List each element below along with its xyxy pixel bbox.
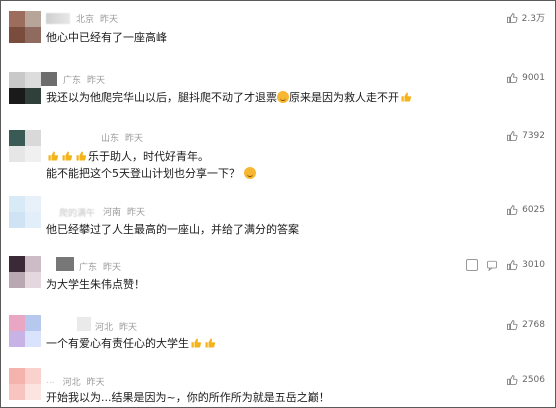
- comment-item: 广东 昨天 我还以为他爬完华山以后，腿抖爬不动了才退票 原来是因为救人走不开 90…: [1, 72, 555, 112]
- comment-text: 能不能把这个5天登山计划也分享一下？: [46, 165, 256, 182]
- like-count: 6025: [522, 205, 545, 215]
- thumbs-up-icon: [507, 375, 518, 385]
- comment-meta: ... 河北 昨天: [46, 374, 105, 388]
- avatar[interactable]: [9, 11, 41, 43]
- username[interactable]: [46, 12, 70, 24]
- avatar[interactable]: [9, 130, 41, 162]
- like-count: 2.3万: [521, 14, 545, 24]
- comment-meta: 山东 昨天: [101, 130, 143, 144]
- location-label: 山东: [101, 133, 120, 144]
- thumbs-up-icon: [507, 73, 518, 83]
- avatar-badge: [56, 257, 74, 271]
- thumbs-up-emoji-icon: [76, 151, 87, 161]
- comment-text-line: 能不能把这个5天登山计划也分享一下？: [46, 167, 240, 180]
- avatar-badge: [41, 72, 57, 86]
- comment-item: 爬的满午 河南 昨天 他已经攀过了人生最高的一座山，并给了满分的答案 6025: [1, 196, 555, 242]
- like-count: 9001: [522, 73, 545, 83]
- comment-meta: 广东 昨天: [79, 259, 121, 273]
- like-button[interactable]: 2768: [506, 319, 545, 331]
- comment-text: 开始我以为...结果是因为~，你的所作所为就是五岳之巅！: [46, 391, 330, 404]
- comment-text: 我还以为他爬完华山以后，腿抖爬不动了才退票 原来是因为救人走不开: [46, 89, 413, 106]
- avatar[interactable]: [9, 315, 41, 347]
- avatar[interactable]: [9, 72, 41, 104]
- comment-item: 山东 昨天 乐于助人，时代好青年。 能不能把这个5天登山计划也分享一下？ 739…: [1, 130, 555, 186]
- location-label: 河北: [62, 377, 81, 388]
- like-button[interactable]: 2506: [506, 374, 545, 386]
- time-label: 昨天: [103, 262, 122, 273]
- thumbs-up-icon[interactable]: [506, 259, 518, 271]
- thumbs-up-emoji-icon: [62, 151, 73, 161]
- thumbs-up-emoji-icon: [205, 338, 216, 348]
- like-button[interactable]: 6025: [506, 204, 545, 216]
- time-label: 昨天: [87, 75, 106, 86]
- comment-item: 河北 昨天 一个有爱心有责任心的大学生 2768: [1, 315, 555, 355]
- comment-meta: 河北 昨天: [95, 319, 137, 333]
- location-label: 河北: [95, 322, 114, 333]
- username[interactable]: ...: [46, 376, 55, 386]
- grin-emoji-icon: [244, 167, 256, 179]
- like-count: 2506: [522, 375, 545, 385]
- comment-text: 他心中已经有了一座高峰: [46, 31, 167, 44]
- comment-text-part: 我还以为他爬完华山以后，腿抖爬不动了才退票: [46, 91, 277, 104]
- thumbs-up-icon: [507, 205, 518, 215]
- comment-meta: 爬的满午 河南 昨天: [59, 204, 146, 219]
- location-label: 北京: [76, 14, 95, 25]
- avatar[interactable]: [9, 196, 41, 228]
- thumbs-up-emoji-icon: [191, 338, 202, 348]
- location-label: 广东: [63, 75, 82, 86]
- username[interactable]: 爬的满午: [59, 206, 95, 219]
- location-label: 广东: [79, 262, 98, 273]
- time-label: 昨天: [119, 322, 138, 333]
- like-count: 2768: [522, 320, 545, 330]
- time-label: 昨天: [127, 207, 146, 218]
- avatar[interactable]: [9, 256, 41, 288]
- comment-text-line: 一个有爱心有责任心的大学生: [46, 337, 189, 350]
- like-button[interactable]: 7392: [506, 130, 545, 142]
- thumbs-up-emoji-icon: [401, 92, 412, 102]
- comment-meta: 广东 昨天: [63, 72, 105, 86]
- comment-item: 广东 昨天 为大学生朱伟点赞！ 3010: [1, 256, 555, 295]
- comment-list: 北京 昨天 他心中已经有了一座高峰 2.3万 广东 昨天 我还以为他爬完华山以后…: [0, 0, 556, 408]
- thumbs-up-icon: [507, 320, 518, 330]
- time-label: 昨天: [86, 377, 105, 388]
- comment-item: 北京 昨天 他心中已经有了一座高峰 2.3万: [1, 11, 555, 55]
- like-count: 3010: [522, 260, 545, 270]
- comment-text: 乐于助人，时代好青年。: [46, 148, 209, 165]
- avatar-badge: [77, 317, 91, 331]
- time-label: 昨天: [100, 14, 119, 25]
- avatar[interactable]: [9, 368, 41, 400]
- thumbs-up-icon: [507, 131, 518, 141]
- comment-text: 他已经攀过了人生最高的一座山，并给了满分的答案: [46, 223, 299, 236]
- time-label: 昨天: [125, 133, 144, 144]
- like-button[interactable]: 2.3万: [506, 11, 545, 24]
- thumbs-up-emoji-icon: [48, 151, 59, 161]
- location-label: 河南: [103, 207, 122, 218]
- comment-text-line: 乐于助人，时代好青年。: [88, 150, 209, 163]
- comment-actions: 3010: [466, 259, 545, 271]
- like-button[interactable]: 9001: [506, 72, 545, 84]
- comment-item: ... 河北 昨天 开始我以为...结果是因为~，你的所作所为就是五岳之巅！ 2…: [1, 368, 555, 407]
- comment-text-part: 原来是因为救人走不开: [289, 91, 399, 104]
- comment-text: 一个有爱心有责任心的大学生: [46, 335, 217, 352]
- like-count: 7392: [522, 131, 545, 141]
- comment-text: 为大学生朱伟点赞！: [46, 278, 145, 291]
- grin-emoji-icon: [277, 91, 289, 103]
- thumbs-up-icon: [506, 12, 518, 23]
- comment-meta: 北京 昨天: [46, 11, 118, 25]
- more-options-icon[interactable]: [466, 259, 479, 271]
- chat-icon[interactable]: [486, 259, 498, 271]
